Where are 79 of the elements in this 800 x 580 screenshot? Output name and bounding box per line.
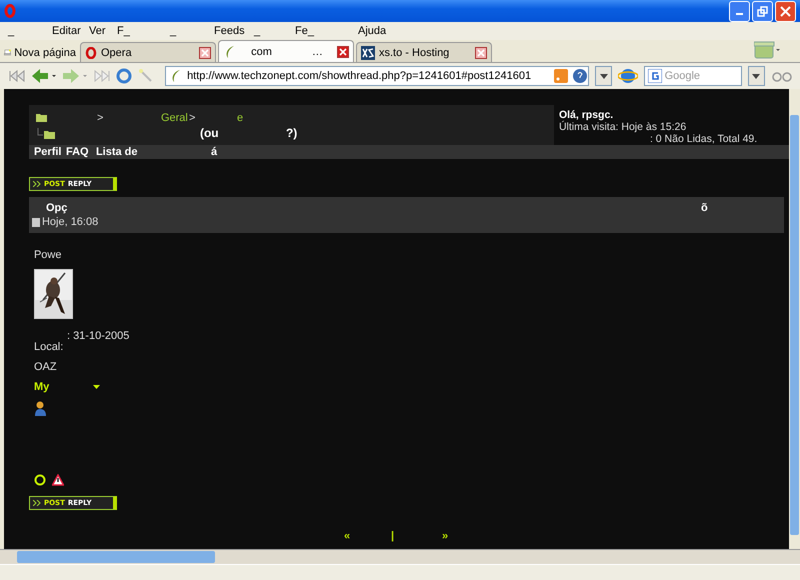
page-link[interactable]: » (442, 530, 789, 542)
user-title: Powe (34, 249, 62, 261)
dropdown-button[interactable] (595, 66, 612, 86)
location-label: Local: (34, 341, 64, 353)
messages-count: : 0 Não Lidas, Total 49. (648, 133, 758, 145)
nav-link[interactable]: á (210, 146, 789, 158)
close-tab-button[interactable] (475, 46, 487, 58)
user-icon[interactable] (34, 401, 47, 416)
post-date: Hoje, 16:08 (42, 216, 98, 228)
breadcrumb-link[interactable]: Geral (160, 112, 189, 124)
restore-icon (757, 6, 768, 16)
menu-item[interactable]: Fe_ (295, 25, 358, 37)
user-info: OAZ (34, 361, 57, 373)
menu-item[interactable]: _ (170, 25, 214, 37)
minimize-icon (736, 13, 743, 15)
new-page-button[interactable]: Nova página (0, 46, 80, 62)
join-date: : 31-10-2005 (66, 331, 130, 341)
close-button[interactable] (775, 0, 796, 22)
breadcrumb-separator: > (96, 112, 104, 124)
last-visit-time: 15:26 (660, 121, 686, 133)
user-menu-link[interactable]: My (34, 381, 93, 393)
browser-tab[interactable]: com … (218, 40, 354, 62)
minimize-button[interactable] (729, 0, 750, 22)
horizontal-scrollbar[interactable] (0, 549, 800, 564)
google-icon (648, 69, 662, 83)
rss-icon[interactable] (554, 69, 568, 83)
thread-title: ?) (286, 126, 298, 140)
internet-explorer-icon[interactable] (618, 66, 638, 86)
chevrons-icon (32, 181, 41, 187)
menu-item[interactable]: F_ (117, 25, 170, 37)
nav-link[interactable]: Lista de (96, 146, 211, 158)
address-field[interactable]: http://www.techzonept.com/showthread.php?p=1241601#post1241601 (165, 66, 590, 86)
rewind-icon[interactable] (8, 69, 26, 83)
warning-icon[interactable] (52, 474, 64, 486)
restore-button[interactable] (752, 0, 773, 22)
browser-tab[interactable]: Opera (80, 42, 216, 62)
close-icon (339, 48, 347, 56)
help-icon[interactable] (572, 68, 588, 84)
page-link[interactable]: « (344, 530, 391, 542)
header-text: Opç (44, 202, 68, 214)
document-icon (32, 218, 40, 226)
greeting: Olá, rpsgc. (558, 109, 614, 121)
close-icon (780, 6, 791, 16)
breadcrumb-separator: > (188, 112, 196, 124)
xs-logo-icon (361, 46, 375, 60)
glasses-icon[interactable] (770, 70, 792, 82)
nav-link[interactable]: FAQ (66, 146, 96, 158)
thread-title: (ou (200, 126, 220, 140)
menu-item[interactable]: Ver (89, 25, 117, 37)
menu-item[interactable]: Ajuda (358, 25, 800, 37)
opera-icon (85, 46, 97, 58)
close-icon (477, 48, 485, 56)
reload-icon[interactable] (116, 68, 132, 84)
menu-item[interactable]: _ (8, 25, 52, 37)
nav-link[interactable]: Perfil (34, 146, 66, 158)
menu-item[interactable]: Editar (52, 25, 89, 37)
back-icon[interactable] (31, 68, 56, 84)
header-text: õ (700, 202, 708, 214)
close-tab-button[interactable] (199, 46, 211, 58)
breadcrumb-link[interactable]: e (236, 112, 554, 124)
folder-icon (36, 114, 47, 122)
menu-item[interactable]: Feeds (214, 25, 254, 37)
close-tab-button[interactable] (337, 46, 349, 58)
search-dropdown-button[interactable] (748, 66, 765, 86)
trash-icon[interactable] (754, 41, 780, 59)
search-field[interactable]: Google (644, 66, 742, 86)
separator: | (390, 530, 396, 542)
status-circle-icon (34, 474, 46, 486)
browser-tab[interactable]: xs.to - Hosting (356, 42, 492, 62)
subfolder-icon (36, 128, 56, 138)
caret-icon[interactable] (92, 385, 100, 389)
menu-item[interactable]: _ (254, 25, 295, 37)
vertical-scrollbar[interactable] (788, 89, 800, 549)
caret-icon (600, 74, 608, 78)
last-visit-label: Última visita: Hoje às (558, 121, 657, 133)
opera-logo-icon (4, 4, 16, 18)
close-icon (201, 48, 209, 56)
chevrons-icon (32, 500, 41, 506)
caret-icon (752, 74, 760, 78)
